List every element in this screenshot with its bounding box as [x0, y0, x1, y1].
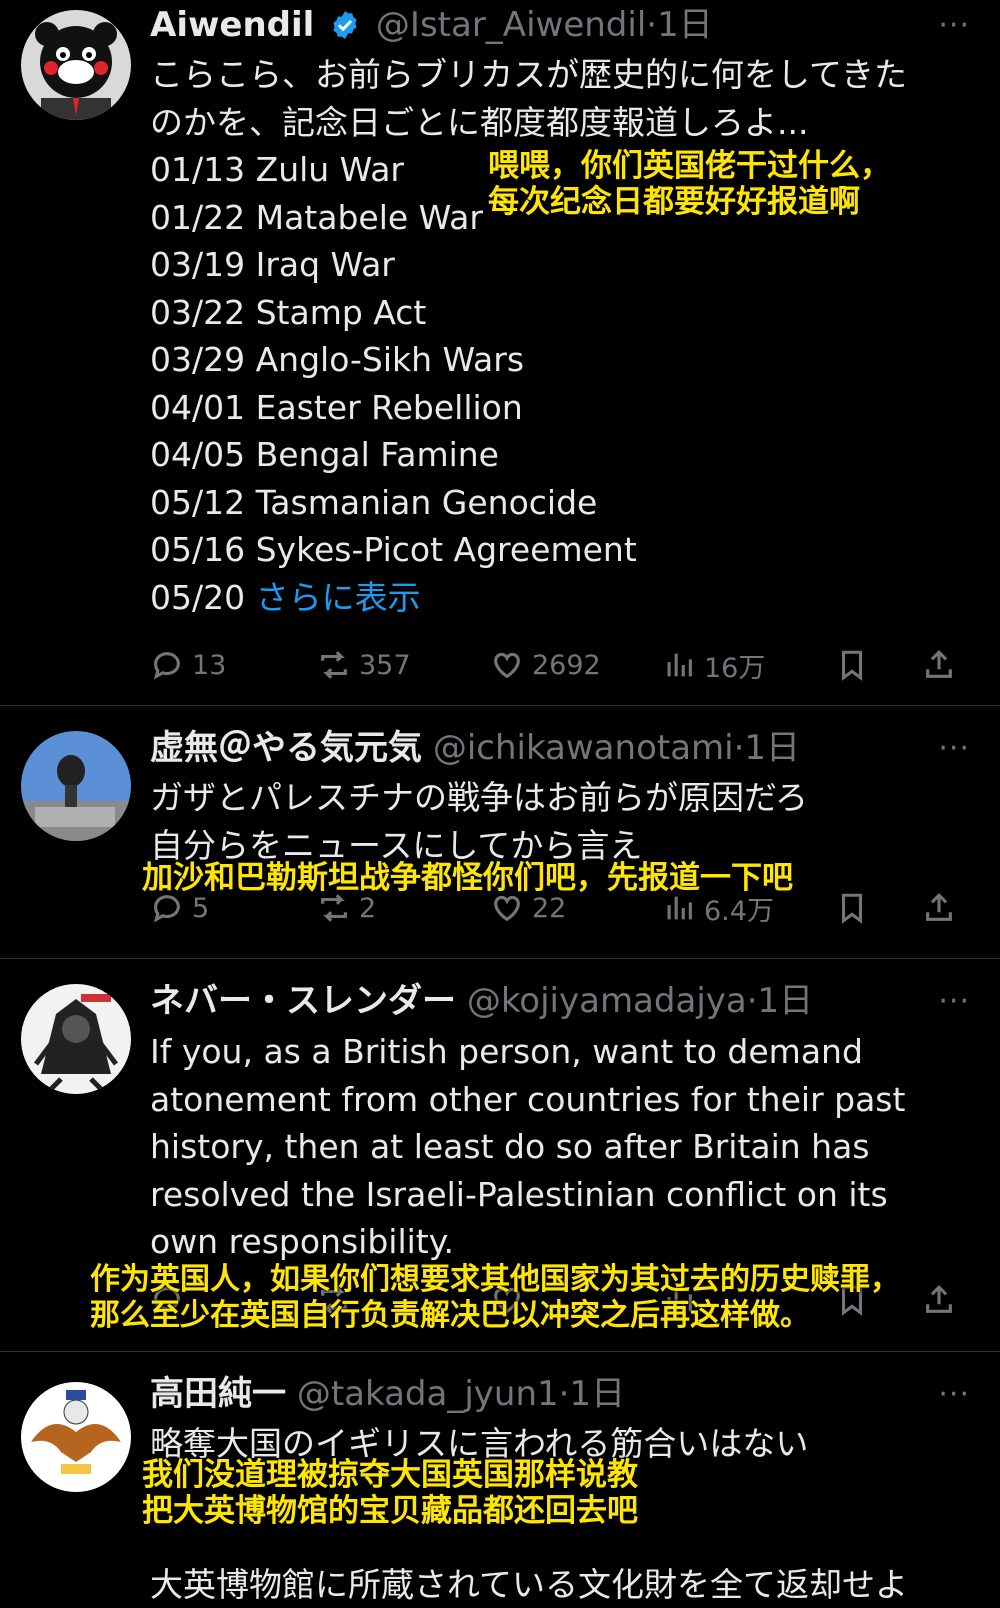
caption-line: 我们没道理被掠夺大国英国那样说教 [142, 1457, 638, 1493]
author-name[interactable]: 虚無＠やる気元気 [150, 728, 422, 768]
repost-button[interactable]: 357 [317, 645, 411, 685]
avatar-robot-image [21, 731, 131, 841]
bookmark-button[interactable] [835, 645, 869, 685]
post-header: 高田純一 @takada_jyun1·1日 [150, 1374, 625, 1414]
body-line: 03/29 Anglo-Sikh Wars [150, 340, 525, 379]
post-body: ガザとパレスチナの戦争はお前らが原因だろ 自分らをニュースにしてから言え [150, 774, 970, 869]
author-handle[interactable]: @takada_jyun1 [297, 1374, 559, 1414]
post-time: ·1日 [746, 981, 814, 1021]
body-line: history, then at least do so after Brita… [150, 1127, 870, 1166]
body-line: resolved the Israeli-Palestinian conflic… [150, 1174, 888, 1214]
like-count: 2692 [532, 649, 601, 681]
reply-button[interactable]: 13 [150, 645, 226, 685]
translation-caption: 作为英国人，如果你们想要求其他国家为其过去的历史赎罪， 那么至少在英国自行负责解… [90, 1262, 900, 1334]
avatar-bear-image [21, 10, 131, 120]
bookmark-icon [841, 893, 863, 924]
author-handle[interactable]: @kojiyamadajya [467, 981, 747, 1021]
translation-caption: 我们没道理被掠夺大国英国那样说教 把大英博物馆的宝贝藏品都还回去吧 [142, 1457, 638, 1529]
share-icon [926, 650, 952, 678]
repost-count: 357 [359, 649, 411, 681]
body-line: こらこら、お前らブリカスが歴史的に何をしてきた [150, 55, 908, 94]
views-button[interactable]: 16万 [662, 645, 765, 685]
share-icon [926, 893, 952, 921]
body-line: のかを、記念日ごとに都度都度報道しろよ... [150, 102, 809, 142]
share-button[interactable] [922, 888, 956, 928]
body-line: 05/16 Sykes-Picot Agreement [150, 530, 637, 569]
post-header: Aiwendil @Istar_Aiwendil·1日 [150, 5, 713, 45]
translation-caption: 喂喂，你们英国佬干过什么， 每次纪念日都要好好报道啊 [488, 148, 891, 220]
reply-icon [153, 895, 180, 923]
caption-line: 喂喂，你们英国佬干过什么， [488, 148, 891, 184]
post-body: If you, as a British person, want to dem… [150, 1028, 970, 1266]
action-bar: 13 357 2692 16万 [150, 645, 970, 685]
bookmark-icon [841, 650, 863, 681]
share-icon [926, 1285, 952, 1313]
avatar[interactable] [21, 731, 131, 841]
share-button[interactable] [922, 1280, 956, 1320]
repost-icon [321, 651, 347, 679]
share-button[interactable] [922, 645, 956, 685]
like-button[interactable]: 2692 [490, 645, 601, 685]
caption-line: 把大英博物馆的宝贝藏品都还回去吧 [142, 1493, 638, 1529]
show-more-link[interactable]: さらに表示 [256, 578, 421, 617]
bookmark-button[interactable] [835, 888, 869, 928]
body-line: atonement from other countries for their… [150, 1079, 906, 1119]
views-icon [667, 896, 692, 920]
body-line: If you, as a British person, want to dem… [150, 1032, 863, 1071]
body-line-last: 05/20 さらに表示 [150, 574, 970, 622]
body-line: 04/05 Bengal Famine [150, 435, 499, 474]
avatar-eagle-image [21, 1382, 131, 1492]
author-name[interactable]: ネバー・スレンダー [150, 981, 456, 1021]
caption-line: 每次纪念日都要好好报道啊 [488, 184, 860, 220]
post-takada-jyun1[interactable]: 高田純一 @takada_jyun1·1日 ··· 略奪大国のイギリスに言われる… [0, 1352, 1000, 1604]
more-icon[interactable]: ··· [938, 1377, 970, 1412]
translation-caption: 加沙和巴勒斯坦战争都怪你们吧，先报道一下吧 [142, 860, 793, 896]
like-icon [494, 652, 520, 679]
repost-icon [321, 894, 347, 922]
caption-line: 加沙和巴勒斯坦战争都怪你们吧，先报道一下吧 [142, 860, 793, 896]
post-kojiyamadajya[interactable]: ネバー・スレンダー @kojiyamadajya·1日 ··· If you, … [0, 959, 1000, 1351]
post-body: こらこら、お前らブリカスが歴史的に何をしてきた のかを、記念日ごとに都度都度報道… [150, 51, 970, 621]
body-line: ガザとパレスチナの戦争はお前らが原因だろ [150, 778, 809, 817]
caption-line: 那么至少在英国自行负责解决巴以冲突之后再这样做。 [90, 1298, 810, 1333]
post-time: ·1日 [558, 1374, 626, 1414]
body-line: 大英博物館に所蔵されている文化財を全て返却せよ [150, 1565, 909, 1604]
views-icon [667, 653, 692, 677]
avatar[interactable] [21, 1382, 131, 1492]
avatar[interactable] [21, 984, 131, 1094]
body-line: 05/12 Tasmanian Genocide [150, 482, 598, 522]
reply-count: 5 [192, 892, 210, 924]
like-count: 22 [532, 892, 567, 924]
more-icon[interactable]: ··· [938, 984, 970, 1019]
verified-badge-icon [333, 11, 357, 39]
post-header: ネバー・スレンダー @kojiyamadajya·1日 [150, 981, 813, 1021]
author-handle[interactable]: @ichikawanotami [433, 728, 734, 768]
post-time: ·1日 [646, 5, 713, 45]
more-icon[interactable]: ··· [938, 731, 970, 766]
author-name[interactable]: 高田純一 [150, 1374, 286, 1414]
reply-icon [153, 652, 180, 680]
like-icon [494, 895, 520, 922]
views-count: 16万 [704, 652, 766, 684]
body-line-prefix: 05/20 [150, 577, 256, 617]
author-name[interactable]: Aiwendil [150, 5, 314, 45]
body-line: 03/22 Stamp Act [150, 292, 427, 332]
repost-count: 2 [359, 892, 377, 924]
body-line: own responsibility. [150, 1222, 455, 1261]
post-aiwendil[interactable]: Aiwendil @Istar_Aiwendil·1日 ··· こらこら、お前ら… [0, 0, 1000, 705]
reply-count: 13 [192, 649, 227, 681]
post-time: ·1日 [733, 728, 801, 768]
author-handle[interactable]: @Istar_Aiwendil [376, 5, 646, 45]
more-icon[interactable]: ··· [938, 8, 970, 43]
post-header: 虚無＠やる気元気 @ichikawanotami·1日 [150, 728, 800, 768]
body-line: 04/01 Easter Rebellion [150, 387, 523, 427]
avatar[interactable] [21, 10, 131, 120]
avatar-illustration-image [21, 984, 131, 1094]
caption-line: 作为英国人，如果你们想要求其他国家为其过去的历史赎罪， [90, 1262, 900, 1297]
post-ichikawanotami[interactable]: 虚無＠やる気元気 @ichikawanotami·1日 ··· ガザとパレスチナ… [0, 706, 1000, 958]
body-line: 03/19 Iraq War [150, 245, 395, 284]
